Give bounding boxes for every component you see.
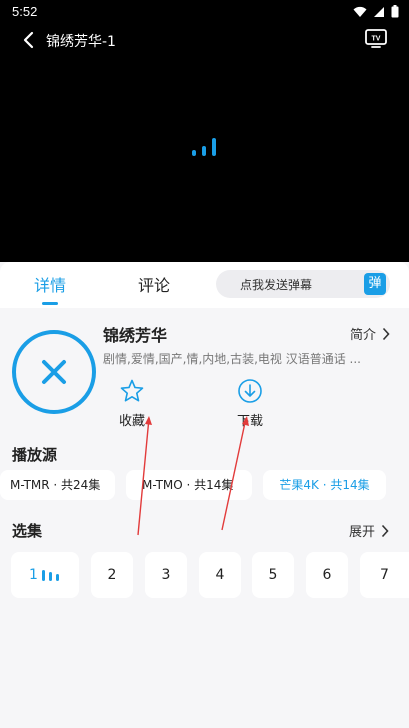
episode-button[interactable]: 4 xyxy=(199,552,241,598)
episode-button[interactable]: 2 xyxy=(91,552,133,598)
show-title: 锦绣芳华 xyxy=(103,326,168,345)
episode-button[interactable]: 3 xyxy=(145,552,187,598)
danmaku-input[interactable]: 点我发送弹幕 弹 xyxy=(216,270,390,298)
status-bar: 5:52 xyxy=(0,0,409,24)
tabs-bar: 详情 评论 点我发送弹幕 弹 xyxy=(0,262,409,308)
expand-label: 展开 xyxy=(348,525,375,540)
star-icon xyxy=(120,379,144,402)
download-button[interactable]: 下载 xyxy=(230,378,270,429)
wifi-icon xyxy=(353,6,367,17)
chevron-right-icon xyxy=(381,524,389,537)
player-header: 锦绣芳华-1 TV xyxy=(0,26,409,54)
episode-button[interactable]: 6 xyxy=(306,552,348,598)
loading-bars-icon xyxy=(192,138,216,156)
favorite-button[interactable]: 收藏 xyxy=(112,378,152,429)
video-player[interactable]: 5:52 锦绣芳华-1 TV xyxy=(0,0,409,262)
episode-button-active[interactable]: 1 xyxy=(11,552,79,598)
danmaku-badge[interactable]: 弹 xyxy=(364,273,386,295)
episode-button[interactable]: 7 xyxy=(360,552,409,598)
status-icons xyxy=(353,5,399,18)
playing-bars-icon xyxy=(42,570,59,581)
tv-icon: TV xyxy=(365,29,387,48)
expand-button[interactable]: 展开 xyxy=(349,521,389,540)
back-button[interactable] xyxy=(16,28,40,52)
back-arrow-icon xyxy=(23,31,34,49)
download-label: 下载 xyxy=(236,414,263,429)
cast-tv-button[interactable]: TV xyxy=(363,26,389,52)
source-chip-selected[interactable]: 芒果4K · 共14集 xyxy=(263,470,386,500)
download-icon xyxy=(238,379,262,403)
source-chip[interactable]: M-TMO · 共14集 xyxy=(126,470,252,500)
status-time: 5:52 xyxy=(12,4,38,19)
active-tab-indicator xyxy=(42,302,58,305)
episode-button[interactable]: 5 xyxy=(252,552,294,598)
intro-label: 简介 xyxy=(350,328,377,343)
video-title: 锦绣芳华-1 xyxy=(46,34,116,50)
intro-button[interactable]: 简介 xyxy=(350,324,390,343)
favorite-label: 收藏 xyxy=(118,414,145,429)
tab-comment[interactable]: 评论 xyxy=(138,272,170,296)
svg-text:TV: TV xyxy=(372,36,381,43)
detail-panel: 锦绣芳华 简介 剧情,爱情,国产,情,内地,古装,电视 汉语普通话 ... 收藏… xyxy=(0,308,409,728)
tab-detail[interactable]: 详情 xyxy=(34,272,66,296)
battery-icon xyxy=(391,5,399,18)
sources-heading: 播放源 xyxy=(12,446,58,464)
signal-icon xyxy=(374,6,384,17)
source-chip[interactable]: M-TMR · 共24集 xyxy=(0,470,115,500)
show-meta: 剧情,爱情,国产,情,内地,古装,电视 汉语普通话 ... xyxy=(103,352,361,366)
chevron-right-icon xyxy=(382,327,390,340)
episode-number: 1 xyxy=(29,567,38,583)
poster-error-icon xyxy=(12,330,96,414)
danmaku-placeholder: 点我发送弹幕 xyxy=(240,278,313,292)
episodes-heading: 选集 xyxy=(12,522,43,540)
